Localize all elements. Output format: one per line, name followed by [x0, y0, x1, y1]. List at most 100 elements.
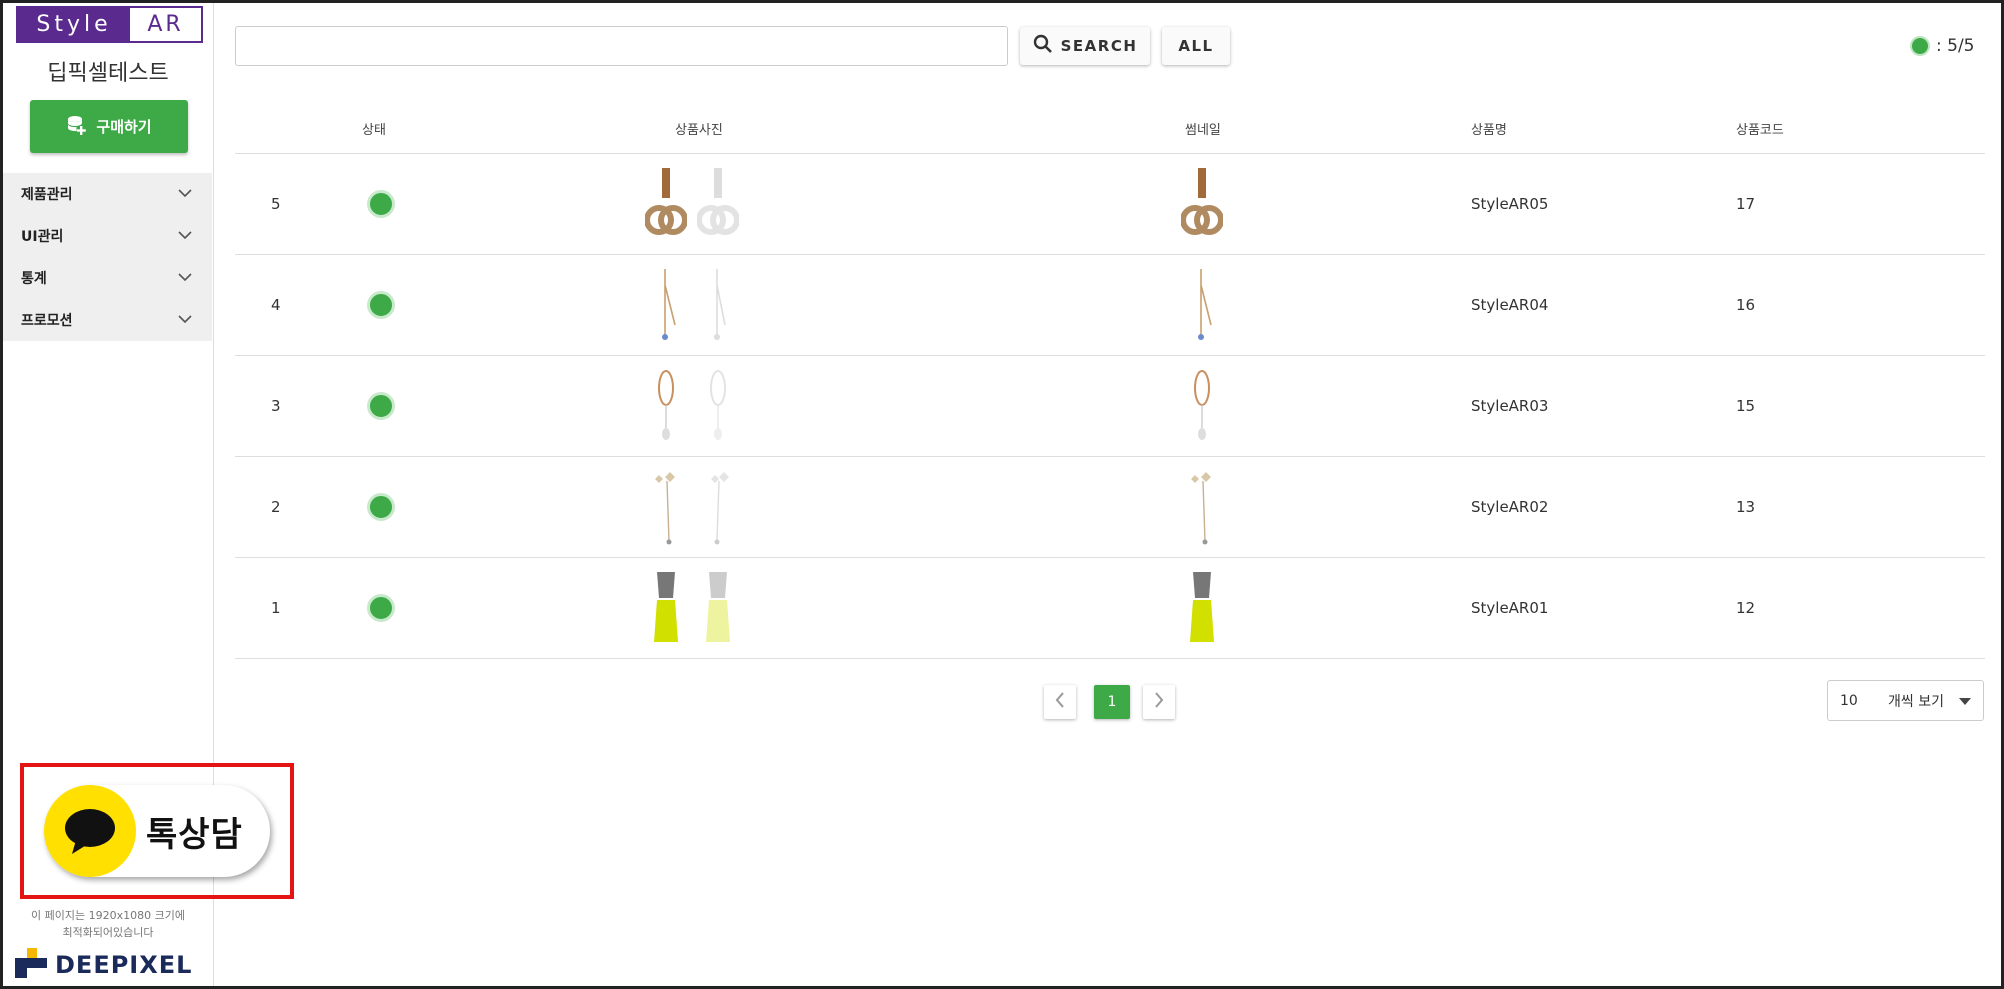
table-header: 상태 상품사진 썸네일 상품명 상품코드 — [235, 103, 1985, 154]
chevron-down-icon — [178, 228, 192, 244]
chevron-left-icon — [1055, 692, 1065, 712]
row-number: 5 — [271, 195, 281, 213]
column-header-thumbnail: 썸네일 — [1185, 123, 1221, 138]
product-thumbnail-image — [1190, 572, 1214, 642]
brand-logo[interactable]: Style AR — [16, 6, 203, 43]
kakao-talk-button[interactable]: 톡상담 — [44, 785, 270, 877]
product-code: 15 — [1736, 397, 1756, 415]
resolution-note-line2: 최적화되어있습니다 — [62, 926, 154, 939]
product-photos — [645, 356, 739, 456]
per-page-value: 10 — [1840, 692, 1858, 709]
sidebar-menu: 제품관리 UI관리 통계 프로모션 — [3, 173, 212, 341]
product-thumbnail-image — [1198, 269, 1212, 340]
search-button-label: SEARCH — [1060, 37, 1138, 55]
status-active-icon[interactable] — [367, 493, 395, 521]
search-button[interactable]: SEARCH — [1020, 27, 1150, 65]
product-code: 13 — [1736, 498, 1756, 516]
buy-button[interactable]: 구매하기 — [30, 100, 188, 153]
deepixel-logo-icon — [15, 948, 49, 982]
next-page-button[interactable] — [1143, 685, 1175, 719]
table-row[interactable]: 3 StyleAR03 15 — [235, 356, 1985, 457]
brand-style-text: Style — [18, 8, 130, 41]
product-thumbnail-image — [1191, 472, 1211, 545]
table-row[interactable]: 1 StyleAR01 12 — [235, 558, 1985, 659]
chevron-down-icon — [178, 270, 192, 286]
table-row[interactable]: 2 StyleAR02 13 — [235, 457, 1985, 558]
product-code: 17 — [1736, 195, 1756, 213]
product-thumbnail — [1181, 255, 1223, 355]
resolution-note: 이 페이지는 1920x1080 크기에 최적화되어있습니다 — [3, 907, 213, 941]
shop-name: 딥픽셀테스트 — [47, 61, 169, 86]
resolution-note-line1: 이 페이지는 1920x1080 크기에 — [31, 909, 185, 922]
product-photo-image — [645, 168, 687, 235]
active-count-text: : 5/5 — [1936, 36, 1975, 56]
product-photo-image — [654, 572, 678, 642]
product-thumbnail-image — [1181, 168, 1223, 235]
sidebar-item-product[interactable]: 제품관리 — [3, 173, 212, 215]
caret-down-icon — [1959, 693, 1971, 709]
product-name: StyleAR05 — [1471, 195, 1549, 213]
database-add-icon — [66, 114, 88, 140]
product-thumbnail — [1181, 457, 1223, 557]
product-table: 상태 상품사진 썸네일 상품명 상품코드 5 StyleAR05 17 4 St… — [235, 103, 1985, 659]
product-photo-image — [697, 168, 739, 235]
sidebar-item-ui[interactable]: UI관리 — [3, 215, 212, 257]
chevron-down-icon — [178, 186, 192, 202]
kakao-talk-label: 톡상담 — [146, 815, 243, 855]
product-photo-image — [658, 370, 674, 440]
column-header-photo: 상품사진 — [675, 123, 723, 138]
product-code: 12 — [1736, 599, 1756, 617]
product-photos — [645, 457, 739, 557]
page-1-button[interactable]: 1 — [1094, 685, 1130, 719]
product-thumbnail-image — [1194, 370, 1210, 440]
column-header-code: 상품코드 — [1736, 123, 1784, 138]
product-photos — [645, 558, 739, 658]
product-photo-image — [662, 269, 676, 340]
search-input[interactable] — [235, 26, 1008, 66]
table-row[interactable]: 5 StyleAR05 17 — [235, 154, 1985, 255]
status-active-icon[interactable] — [367, 392, 395, 420]
row-number: 4 — [271, 296, 281, 314]
all-button-label: ALL — [1178, 37, 1214, 55]
product-photos — [645, 255, 739, 355]
product-photos — [645, 154, 739, 254]
status-active-icon[interactable] — [367, 594, 395, 622]
product-thumbnail — [1181, 356, 1223, 456]
sidebar-item-label: 통계 — [21, 271, 47, 287]
column-header-name: 상품명 — [1471, 123, 1507, 138]
all-button[interactable]: ALL — [1162, 27, 1230, 65]
active-dot-icon — [1910, 36, 1930, 56]
prev-page-button[interactable] — [1044, 685, 1076, 719]
sidebar-item-label: 제품관리 — [21, 187, 73, 203]
sidebar-item-stats[interactable]: 통계 — [3, 257, 212, 299]
search-icon — [1033, 34, 1053, 58]
product-code: 16 — [1736, 296, 1756, 314]
buy-button-label: 구매하기 — [96, 118, 152, 136]
row-number: 2 — [271, 498, 281, 516]
product-photo-image — [706, 572, 730, 642]
active-status-count: : 5/5 — [1910, 36, 1975, 56]
product-thumbnail — [1181, 558, 1223, 658]
kakao-talk-highlight: 톡상담 — [20, 763, 294, 899]
product-photo-image — [711, 472, 729, 545]
per-page-select[interactable]: 10 개씩 보기 — [1827, 680, 1984, 721]
table-row[interactable]: 4 StyleAR04 16 — [235, 255, 1985, 356]
product-name: StyleAR03 — [1471, 397, 1549, 415]
row-number: 1 — [271, 599, 281, 617]
status-active-icon[interactable] — [367, 291, 395, 319]
product-name: StyleAR01 — [1471, 599, 1549, 617]
sidebar: Style AR 딥픽셀테스트 구매하기 제품관리 UI관리 통계 프로모션 톡… — [3, 3, 294, 986]
product-photo-image — [710, 370, 726, 440]
brand-ar-text: AR — [130, 8, 201, 41]
sidebar-item-label: 프로모션 — [21, 313, 73, 329]
product-name: StyleAR04 — [1471, 296, 1549, 314]
chevron-right-icon — [1154, 692, 1164, 712]
sidebar-item-promotion[interactable]: 프로모션 — [3, 299, 212, 341]
deepixel-logo-text: DEEPIXEL — [55, 951, 193, 979]
deepixel-logo: DEEPIXEL — [15, 948, 192, 982]
status-active-icon[interactable] — [367, 190, 395, 218]
product-photo-image — [714, 269, 726, 340]
per-page-label: 개씩 보기 — [1888, 693, 1944, 710]
product-thumbnail — [1181, 154, 1223, 254]
speech-bubble-icon — [44, 785, 136, 877]
